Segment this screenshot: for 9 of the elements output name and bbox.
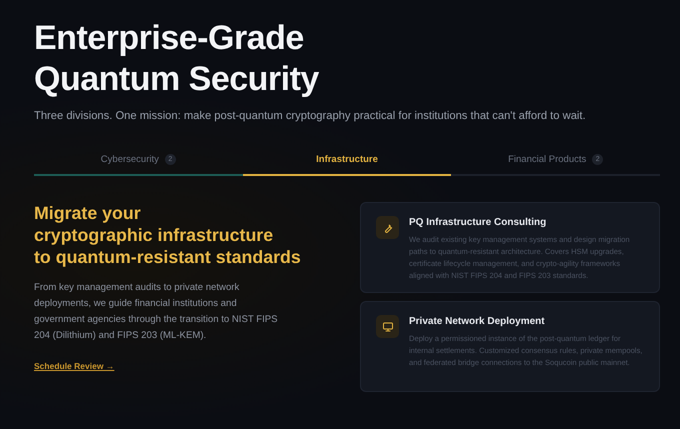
section-headline: Migrate your cryptographic infrastructure to quantum-resistant standards: [34, 202, 302, 268]
schedule-review-link[interactable]: Schedule Review →: [34, 361, 114, 371]
tab[interactable]: Infrastructure: [242, 148, 452, 176]
monitor-icon: [382, 320, 394, 332]
card-title: PQ Infrastructure Consulting: [409, 217, 548, 228]
card-title: Private Network Deployment: [409, 316, 546, 327]
subtitle: Three divisions. One mission: make post-quantum cryptography practical for institutions that can't afford to wait.: [34, 110, 587, 122]
page-title: Enterprise-Grade Quantum Security: [34, 18, 320, 100]
section-description: From key management audits to private network deployments, we guide financial institutions and government agencies through the transition to NIST FIPS 204 (Dilithium) and FIPS 203 (ML-KEM).: [34, 281, 279, 343]
